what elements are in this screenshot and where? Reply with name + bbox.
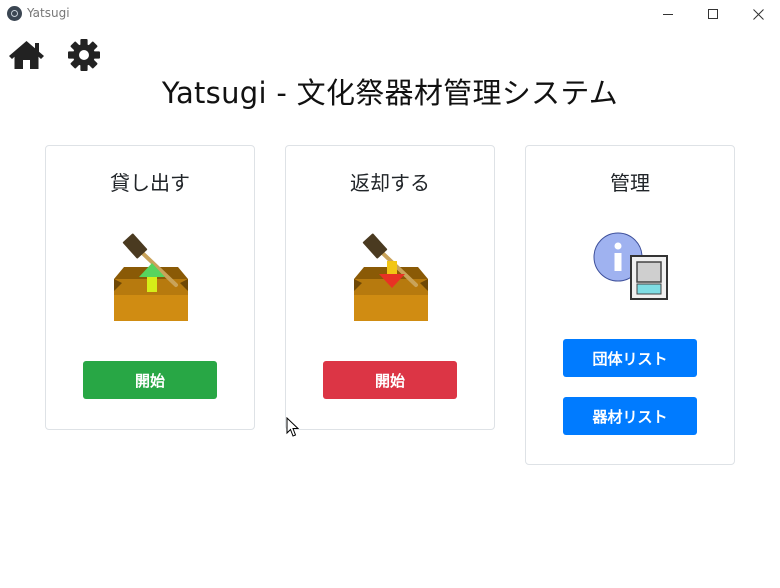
manage-card-title: 管理 — [610, 171, 650, 195]
minimize-icon — [663, 13, 673, 15]
equipment-list-button[interactable]: 器材リスト — [563, 397, 697, 435]
minimize-button[interactable] — [646, 0, 690, 28]
maximize-icon — [708, 9, 718, 19]
group-list-button[interactable]: 団体リスト — [563, 339, 697, 377]
return-card: 返却する 開始 — [285, 145, 495, 430]
lend-start-button[interactable]: 開始 — [83, 361, 217, 399]
return-card-title: 返却する — [350, 171, 430, 195]
return-start-button[interactable]: 開始 — [323, 361, 457, 399]
settings-button[interactable] — [67, 39, 101, 71]
home-button[interactable] — [8, 40, 45, 70]
close-button[interactable] — [736, 0, 780, 28]
close-icon — [752, 8, 764, 20]
gear-icon — [68, 39, 100, 71]
box-download-icon — [354, 233, 428, 321]
window-titlebar: Yatsugi — [0, 0, 780, 28]
manage-card: 管理 団体リスト 器材リスト — [525, 145, 735, 465]
lend-card: 貸し出す 開始 — [45, 145, 255, 430]
window-title: Yatsugi — [27, 6, 70, 20]
lend-card-title: 貸し出す — [110, 171, 190, 195]
box-upload-icon — [114, 233, 188, 321]
maximize-button[interactable] — [691, 0, 735, 28]
page-title: Yatsugi - 文化祭器材管理システム — [161, 76, 619, 110]
home-icon — [9, 41, 44, 69]
app-logo-icon — [7, 6, 22, 21]
info-database-icon — [593, 232, 668, 300]
mouse-cursor-icon — [286, 417, 300, 437]
